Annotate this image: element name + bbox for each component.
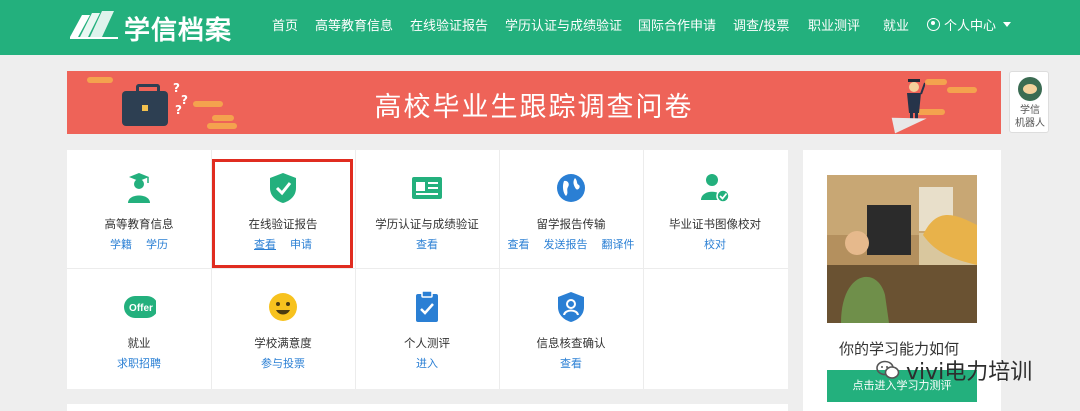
robot-assistant[interactable]: 学信 机器人	[1009, 71, 1049, 133]
service-title: 留学报告传输	[536, 217, 606, 231]
graduate-person-icon	[128, 173, 150, 203]
brand-name[interactable]: 学信档案	[124, 10, 232, 47]
top-nav-bar: 学信档案 首页 高等教育信息 在线验证报告 学历认证与成绩验证 国际合作申请 调…	[0, 0, 1080, 55]
link-view[interactable]: 查看	[560, 357, 582, 370]
service-title: 学校满意度	[254, 336, 312, 350]
service-links: 校对	[643, 236, 787, 252]
robot-avatar-icon	[1018, 77, 1042, 101]
service-links: 学籍 学历	[67, 236, 211, 252]
user-check-icon	[701, 174, 730, 203]
nav-international-cooperation[interactable]: 国际合作申请	[638, 15, 716, 34]
link-view[interactable]: 查看	[416, 238, 438, 251]
service-title: 信息核查确认	[536, 336, 606, 350]
nav-home[interactable]: 首页	[272, 15, 298, 34]
service-info-verification: 信息核查确认 查看	[499, 269, 643, 387]
decor-stripe	[87, 77, 113, 83]
service-employment: Offer 就业 求职招聘	[67, 269, 211, 387]
nav-higher-education[interactable]: 高等教育信息	[315, 15, 393, 34]
watermark-text: vivi电力培训	[906, 360, 1033, 385]
offer-badge-icon: Offer	[124, 296, 156, 318]
link-proofread[interactable]: 校对	[704, 238, 726, 251]
banner-title: 高校毕业生跟踪调查问卷	[374, 92, 694, 123]
service-links: 查看	[355, 236, 499, 252]
clipboard-check-icon	[416, 291, 438, 322]
services-panel: 高等教育信息 学籍 学历 在线验证报告 查看 申请 学历认证与成绩验证 查看 留…	[67, 150, 788, 389]
link-student-status[interactable]: 学籍	[110, 238, 132, 251]
nav-career-assessment[interactable]: 职业测评	[808, 15, 860, 34]
nav-survey-vote[interactable]: 调查/投票	[733, 15, 789, 34]
service-certificate-proofread: 毕业证书图像校对 校对	[643, 150, 788, 268]
service-links: 进入	[355, 355, 499, 371]
service-links: 参与投票	[211, 355, 355, 371]
link-view[interactable]: 查看	[508, 238, 530, 251]
user-center-label: 个人中心	[944, 19, 997, 34]
service-links: 查看	[499, 355, 643, 371]
service-title: 个人测评	[404, 336, 450, 350]
link-vote[interactable]: 参与投票	[261, 357, 305, 370]
globe-icon	[557, 174, 585, 202]
smiley-icon	[269, 293, 297, 321]
service-degree-certification: 学历认证与成绩验证 查看	[355, 150, 499, 268]
service-title: 毕业证书图像校对	[669, 217, 761, 231]
offer-badge-text: Offer	[129, 303, 153, 314]
id-card-icon	[412, 177, 442, 199]
nav-employment[interactable]: 就业	[883, 15, 909, 34]
link-job-search[interactable]: 求职招聘	[117, 357, 161, 370]
service-title: 就业	[127, 336, 151, 350]
next-panel	[67, 404, 788, 411]
wechat-icon	[876, 360, 900, 379]
service-links: 求职招聘	[67, 355, 211, 371]
student-study-photo[interactable]	[827, 175, 977, 323]
user-center-menu[interactable]: 个人中心	[927, 15, 1012, 34]
robot-label-line1: 学信	[1020, 105, 1040, 116]
watermark: vivi电力培训	[876, 354, 1032, 386]
service-links: 查看 发送报告 翻译件	[499, 236, 643, 252]
service-personal-assessment: 个人测评 进入	[355, 269, 499, 387]
service-study-abroad-report: 留学报告传输 查看 发送报告 翻译件	[499, 150, 643, 268]
nav-degree-certification[interactable]: 学历认证与成绩验证	[505, 15, 622, 34]
robot-label-line2: 机器人	[1015, 118, 1045, 129]
robot-label: 学信 机器人	[1010, 104, 1050, 130]
link-degree[interactable]: 学历	[146, 238, 168, 251]
caret-down-icon	[1003, 22, 1012, 27]
link-enter[interactable]: 进入	[416, 357, 438, 370]
link-send-report[interactable]: 发送报告	[544, 238, 588, 251]
highlight-box	[212, 159, 353, 268]
service-school-satisfaction: 学校满意度 参与投票	[211, 269, 355, 387]
user-icon	[927, 18, 940, 31]
book-logo-icon[interactable]	[68, 9, 120, 39]
link-translation[interactable]: 翻译件	[602, 238, 635, 251]
service-title: 高等教育信息	[104, 217, 174, 231]
survey-banner[interactable]: ? ? ? 高校毕业生跟踪调查问卷	[67, 71, 1001, 134]
service-higher-education: 高等教育信息 学籍 学历	[67, 150, 211, 268]
user-shield-icon	[558, 292, 584, 322]
nav-online-verification[interactable]: 在线验证报告	[410, 15, 488, 34]
service-title: 学历认证与成绩验证	[375, 217, 479, 231]
